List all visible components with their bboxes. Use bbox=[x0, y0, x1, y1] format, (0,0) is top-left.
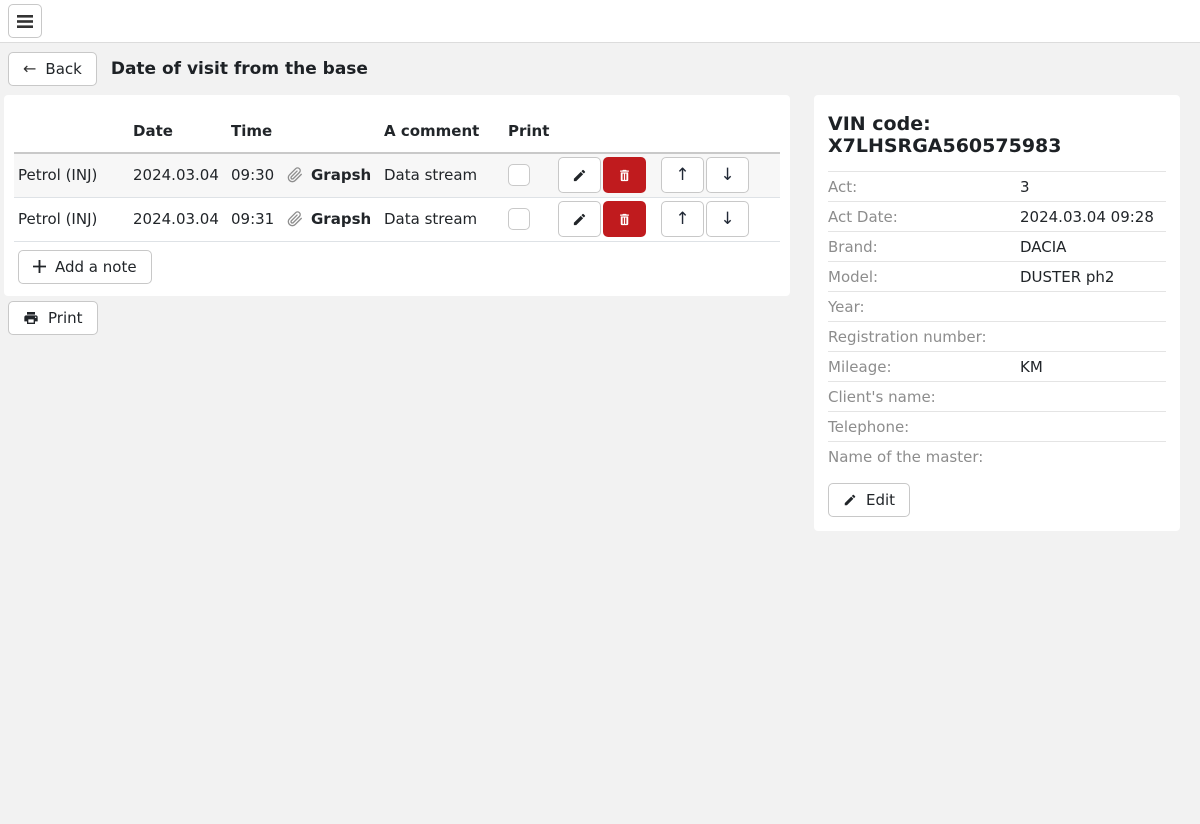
back-arrow-icon: ← bbox=[23, 61, 36, 77]
print-checkbox[interactable] bbox=[508, 164, 530, 186]
field-row-model: Model: DUSTER ph2 bbox=[828, 261, 1166, 291]
delete-row-button[interactable] bbox=[603, 157, 646, 193]
field-label: Telephone: bbox=[828, 418, 1020, 436]
visit-comment: Data stream bbox=[380, 197, 504, 241]
print-button[interactable]: Print bbox=[8, 301, 98, 335]
field-row-act: Act: 3 bbox=[828, 171, 1166, 201]
column-header-attachment bbox=[283, 105, 380, 153]
pencil-icon bbox=[572, 212, 587, 227]
field-row-clients-name: Client's name: bbox=[828, 381, 1166, 411]
field-label: Registration number: bbox=[828, 328, 1020, 346]
content: Date Time A comment Print Petrol (INJ) 2… bbox=[0, 95, 1200, 531]
column-header-print: Print bbox=[504, 105, 554, 153]
edit-button-label: Edit bbox=[866, 491, 895, 509]
trash-icon bbox=[617, 168, 632, 183]
visit-date: 2024.03.04 bbox=[129, 153, 227, 197]
field-value: DACIA bbox=[1020, 238, 1066, 256]
visits-column: Date Time A comment Print Petrol (INJ) 2… bbox=[4, 95, 790, 335]
edit-row-button[interactable] bbox=[558, 201, 601, 237]
trash-icon bbox=[617, 212, 632, 227]
vin-code-title: VIN code: X7LHSRGA560575983 bbox=[828, 113, 1166, 157]
table-row: Petrol (INJ) 2024.03.04 09:31 Grapsh Da bbox=[14, 197, 780, 241]
arrow-down-icon: ↓ bbox=[720, 211, 734, 228]
move-down-button[interactable]: ↓ bbox=[706, 157, 749, 193]
arrow-up-icon: ↑ bbox=[675, 211, 689, 228]
field-value: DUSTER ph2 bbox=[1020, 268, 1114, 286]
visit-name: Petrol (INJ) bbox=[14, 197, 129, 241]
arrow-up-icon: ↑ bbox=[675, 167, 689, 184]
field-label: Act: bbox=[828, 178, 1020, 196]
back-button[interactable]: ← Back bbox=[8, 52, 97, 86]
field-row-act-date: Act Date: 2024.03.04 09:28 bbox=[828, 201, 1166, 231]
move-down-button[interactable]: ↓ bbox=[706, 201, 749, 237]
visit-time: 09:30 bbox=[227, 153, 283, 197]
column-header-comment: A comment bbox=[380, 105, 504, 153]
add-note-label: Add a note bbox=[55, 258, 137, 276]
arrow-down-icon: ↓ bbox=[720, 167, 734, 184]
field-label: Brand: bbox=[828, 238, 1020, 256]
attachment-link[interactable]: Grapsh bbox=[311, 166, 371, 184]
hamburger-icon bbox=[17, 15, 33, 28]
plus-icon bbox=[33, 260, 46, 273]
move-up-button[interactable]: ↑ bbox=[661, 201, 704, 237]
column-header-time: Time bbox=[227, 105, 283, 153]
column-header-name bbox=[14, 105, 129, 153]
pencil-icon bbox=[843, 493, 857, 507]
field-label: Year: bbox=[828, 298, 1020, 316]
move-up-button[interactable]: ↑ bbox=[661, 157, 704, 193]
field-row-brand: Brand: DACIA bbox=[828, 231, 1166, 261]
field-label: Name of the master: bbox=[828, 448, 1020, 466]
field-label: Mileage: bbox=[828, 358, 1020, 376]
menu-button[interactable] bbox=[8, 4, 42, 38]
vehicle-card: VIN code: X7LHSRGA560575983 Act: 3 Act D… bbox=[814, 95, 1180, 531]
column-header-date: Date bbox=[129, 105, 227, 153]
printer-icon bbox=[23, 310, 39, 326]
topbar bbox=[0, 0, 1200, 43]
field-label: Act Date: bbox=[828, 208, 1020, 226]
visit-date: 2024.03.04 bbox=[129, 197, 227, 241]
field-value: 2024.03.04 09:28 bbox=[1020, 208, 1154, 226]
column-header-actions bbox=[554, 105, 780, 153]
visits-table: Date Time A comment Print Petrol (INJ) 2… bbox=[14, 105, 780, 242]
attachment-link[interactable]: Grapsh bbox=[311, 210, 371, 228]
print-button-label: Print bbox=[48, 309, 83, 327]
pencil-icon bbox=[572, 168, 587, 183]
field-row-year: Year: bbox=[828, 291, 1166, 321]
visit-name: Petrol (INJ) bbox=[14, 153, 129, 197]
visits-card: Date Time A comment Print Petrol (INJ) 2… bbox=[4, 95, 790, 296]
print-checkbox[interactable] bbox=[508, 208, 530, 230]
delete-row-button[interactable] bbox=[603, 201, 646, 237]
vehicle-fields: Act: 3 Act Date: 2024.03.04 09:28 Brand:… bbox=[828, 171, 1166, 471]
edit-row-button[interactable] bbox=[558, 157, 601, 193]
visit-comment: Data stream bbox=[380, 153, 504, 197]
page-title: Date of visit from the base bbox=[111, 59, 368, 79]
field-label: Client's name: bbox=[828, 388, 1020, 406]
visits-header-row: Date Time A comment Print bbox=[14, 105, 780, 153]
field-row-registration-number: Registration number: bbox=[828, 321, 1166, 351]
page-header: ← Back Date of visit from the base bbox=[0, 43, 1200, 95]
edit-vehicle-button[interactable]: Edit bbox=[828, 483, 910, 517]
add-note-button[interactable]: Add a note bbox=[18, 250, 152, 284]
field-value: 3 bbox=[1020, 178, 1030, 196]
paperclip-icon bbox=[287, 211, 303, 227]
back-button-label: Back bbox=[45, 60, 81, 78]
field-row-mileage: Mileage: KM bbox=[828, 351, 1166, 381]
paperclip-icon bbox=[287, 167, 303, 183]
field-row-master-name: Name of the master: bbox=[828, 441, 1166, 471]
table-row: Petrol (INJ) 2024.03.04 09:30 Grapsh Da bbox=[14, 153, 780, 197]
visit-time: 09:31 bbox=[227, 197, 283, 241]
field-row-telephone: Telephone: bbox=[828, 411, 1166, 441]
field-value: KM bbox=[1020, 358, 1043, 376]
field-label: Model: bbox=[828, 268, 1020, 286]
